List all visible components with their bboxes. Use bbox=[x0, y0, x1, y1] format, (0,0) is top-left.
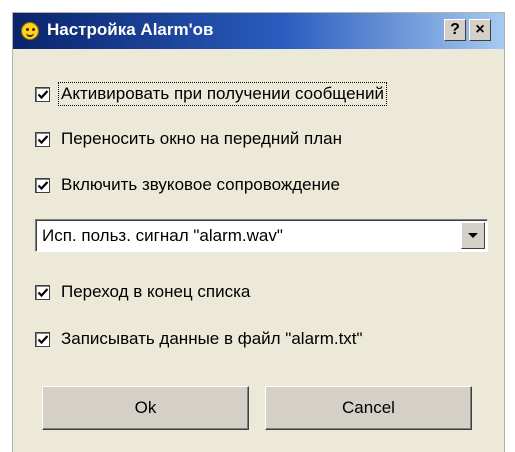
checkmark-icon bbox=[37, 180, 49, 190]
option-label: Переносить окно на передний план bbox=[61, 129, 342, 148]
checkbox-bring-to-front[interactable] bbox=[35, 131, 50, 147]
option-enable-sound[interactable]: Включить звуковое сопровождение bbox=[35, 170, 342, 200]
sound-signal-value: Исп. польз. сигнал "alarm.wav" bbox=[42, 226, 283, 245]
smiley-icon bbox=[21, 22, 39, 40]
checkbox-scroll-to-end[interactable] bbox=[35, 284, 50, 300]
dropdown-arrow-icon bbox=[468, 233, 478, 238]
option-label: Записывать данные в файл "alarm.txt" bbox=[61, 329, 363, 348]
close-button[interactable]: × bbox=[469, 19, 491, 41]
dialog-title: Настройка Alarm'ов bbox=[47, 20, 214, 39]
checkmark-icon bbox=[37, 89, 49, 99]
help-button[interactable]: ? bbox=[444, 19, 466, 41]
alarm-settings-dialog: Настройка Alarm'ов ? × Активировать при … bbox=[12, 12, 505, 452]
option-label: Включить звуковое сопровождение bbox=[61, 175, 340, 194]
checkmark-icon bbox=[37, 134, 49, 144]
checkbox-activate-on-message[interactable] bbox=[35, 86, 50, 102]
checkmark-icon bbox=[37, 334, 49, 344]
option-write-to-file[interactable]: Записывать данные в файл "alarm.txt" bbox=[35, 324, 365, 354]
option-bring-to-front[interactable]: Переносить окно на передний план bbox=[35, 124, 344, 154]
ok-button[interactable]: Ok bbox=[42, 386, 249, 430]
option-activate-on-message[interactable]: Активировать при получении сообщений bbox=[35, 79, 387, 109]
sound-signal-select[interactable]: Исп. польз. сигнал "alarm.wav" bbox=[35, 219, 488, 252]
title-bar[interactable]: Настройка Alarm'ов ? × bbox=[13, 13, 504, 49]
dropdown-button[interactable] bbox=[461, 222, 485, 249]
checkbox-write-to-file[interactable] bbox=[35, 331, 50, 347]
cancel-button[interactable]: Cancel bbox=[265, 386, 472, 430]
option-label: Активировать при получении сообщений bbox=[58, 82, 387, 106]
checkbox-enable-sound[interactable] bbox=[35, 177, 50, 193]
option-scroll-to-end[interactable]: Переход в конец списка bbox=[35, 277, 252, 307]
option-label: Переход в конец списка bbox=[61, 282, 251, 301]
checkmark-icon bbox=[37, 287, 49, 297]
